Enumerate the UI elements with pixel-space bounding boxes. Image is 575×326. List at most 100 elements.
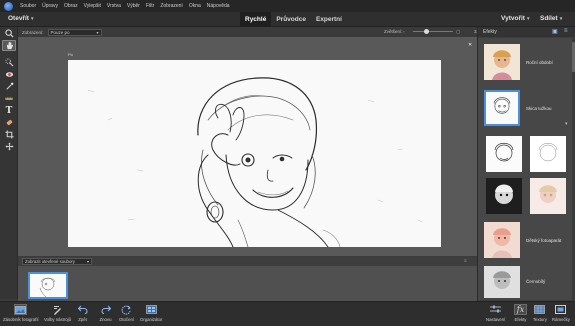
whiten-teeth-tool[interactable] (2, 81, 16, 92)
effect-label: Roční období (526, 60, 553, 65)
photo-bin-toolbar: Zobrazit otevřené soubory ▾ ≡ (18, 257, 477, 266)
text-tool[interactable]: T (2, 105, 16, 116)
panel-menu-icon[interactable]: ≡ (564, 28, 568, 34)
effect-item-pencil-sketch[interactable]: Skica tužkou (484, 90, 570, 130)
chevron-down-icon[interactable]: ▾ (565, 121, 568, 127)
hand-tool[interactable] (2, 40, 16, 51)
view-select-value: Pouze po (50, 29, 70, 35)
photo-thumbnail[interactable] (28, 272, 68, 299)
rotate-button[interactable]: Otočení (119, 304, 134, 322)
share-button-label: Sdílet (540, 15, 558, 22)
photo-bin (18, 266, 477, 301)
photo-bin-select-value: Zobrazit otevřené soubory (25, 259, 75, 264)
crop-icon (4, 130, 14, 139)
zoom-out-icon[interactable]: ▫ (403, 29, 405, 34)
adjustments-button[interactable]: Nastavení (486, 304, 505, 322)
create-button[interactable]: Vytvořit ▾ (501, 15, 529, 22)
tab-guided[interactable]: Průvodce (271, 12, 311, 27)
canvas-area[interactable]: ✕ Po (18, 37, 477, 256)
undo-icon (76, 304, 89, 315)
effects-list: Roční období Skica tužkou ▾ Dětský fotoa… (478, 38, 572, 300)
effects-icon: fx (514, 304, 527, 315)
menu-vylepsit[interactable]: Vylepšit (81, 3, 104, 9)
effect-thumbnail (484, 266, 520, 298)
quick-selection-tool[interactable] (2, 57, 16, 68)
create-button-label: Vytvořit (501, 15, 525, 22)
image-icon[interactable]: ▣ (552, 28, 558, 35)
panel-title: Efekty (483, 29, 497, 35)
zoom-slider-handle[interactable] (423, 29, 429, 34)
menu-zobrazeni[interactable]: Zobrazení (157, 3, 186, 9)
effect-variation-2[interactable] (530, 136, 566, 172)
menu-upravy[interactable]: Úpravy (39, 3, 61, 9)
organizer-button[interactable]: Organizátor (140, 304, 162, 322)
effects-button[interactable]: fx Efekty (514, 304, 527, 322)
chevron-down-icon: ▾ (559, 16, 563, 22)
app-logo-icon (4, 1, 13, 11)
effects-label: Efekty (514, 317, 527, 322)
effect-thumbnail (484, 44, 520, 80)
menu-bar: Soubor Úpravy Obraz Vylepšit Vrstva Výbě… (0, 0, 575, 12)
menu-vyber[interactable]: Výběr (124, 3, 143, 9)
straighten-icon (5, 97, 13, 100)
open-button[interactable]: Otevřít ▾ (8, 15, 33, 22)
spot-healing-icon (6, 119, 12, 126)
redo-button[interactable]: Znovu (99, 304, 112, 322)
chevron-down-icon: ▾ (96, 29, 99, 35)
tool-options-label: Volby nástrojů (44, 317, 71, 322)
effect-thumbnail (484, 90, 520, 126)
effect-variation-3[interactable] (486, 178, 522, 214)
photo-bin-label: Zásobník fotografií (3, 317, 39, 322)
zoom-tool[interactable] (2, 28, 16, 39)
spot-healing-tool[interactable] (2, 117, 16, 128)
red-eye-tool[interactable] (2, 69, 16, 80)
organizer-label: Organizátor (140, 317, 163, 322)
close-document-icon[interactable]: ✕ (468, 42, 472, 48)
undo-button[interactable]: Zpět (76, 304, 89, 322)
rotate-label: Otočení (119, 317, 135, 322)
chevron-down-icon: ▾ (526, 16, 530, 22)
photo-bin-select[interactable]: Zobrazit otevřené soubory ▾ (22, 258, 92, 265)
effects-panel: Efekty ▣ ≡ Roční období Skica tužkou ▾ D… (477, 27, 575, 301)
organizer-icon (145, 304, 158, 315)
panel-menu-icon[interactable]: ≡ (464, 258, 467, 263)
effect-item-black-white[interactable]: Černobílý (484, 266, 570, 300)
view-select[interactable]: Pouze po ▾ (47, 28, 102, 36)
chevron-down-icon: ▾ (30, 16, 34, 22)
menu-vrstva[interactable]: Vrstva (104, 3, 124, 9)
textures-icon (533, 304, 546, 315)
zoom-label: Zvětšení: (384, 29, 403, 34)
options-bar: Zobrazení: Pouze po ▾ Zvětšení: ▫ ▢ 33% (18, 27, 483, 37)
menu-filtr[interactable]: Filtr (143, 3, 157, 9)
tool-options-button[interactable]: Volby nástrojů (44, 304, 71, 322)
effect-item-toy-camera[interactable]: Dětský fotoaparát (484, 222, 570, 262)
mode-bar: Otevřít ▾ Rychlé Průvodce Expertní Vytvoř… (0, 12, 575, 27)
tab-expert[interactable]: Expertní (311, 12, 347, 27)
menu-napoveda[interactable]: Nápověda (204, 3, 233, 9)
crop-tool[interactable] (2, 129, 16, 140)
effect-item-seasons[interactable]: Roční období (484, 44, 570, 84)
effect-label: Dětský fotoaparát (526, 238, 562, 243)
adjustments-label: Nastavení (486, 317, 506, 322)
menu-soubor[interactable]: Soubor (17, 3, 39, 9)
effect-variation-1[interactable] (486, 136, 522, 172)
frames-button[interactable]: Rámečky (552, 304, 570, 322)
zoom-in-icon[interactable]: ▢ (456, 29, 460, 35)
photo-canvas[interactable] (68, 60, 441, 247)
mode-tabs: Rychlé Průvodce Expertní (240, 12, 347, 27)
move-tool[interactable] (2, 141, 16, 152)
panel-header: Efekty ▣ ≡ (478, 27, 575, 37)
photo-bin-button[interactable]: Zásobník fotografií (3, 304, 39, 322)
hand-icon (6, 41, 13, 50)
textures-button[interactable]: Textury (533, 304, 547, 322)
effect-variation-4[interactable] (530, 178, 566, 214)
tab-quick[interactable]: Rychlé (240, 12, 272, 27)
zoom-slider[interactable] (413, 29, 453, 34)
share-button[interactable]: Sdílet ▾ (540, 15, 562, 22)
frames-icon (554, 304, 567, 315)
thumbnail-image (30, 274, 66, 298)
menu-obraz[interactable]: Obraz (61, 3, 81, 9)
straighten-tool[interactable] (2, 93, 16, 104)
chevron-down-icon: ▾ (86, 259, 89, 264)
menu-okna[interactable]: Okna (186, 3, 204, 9)
